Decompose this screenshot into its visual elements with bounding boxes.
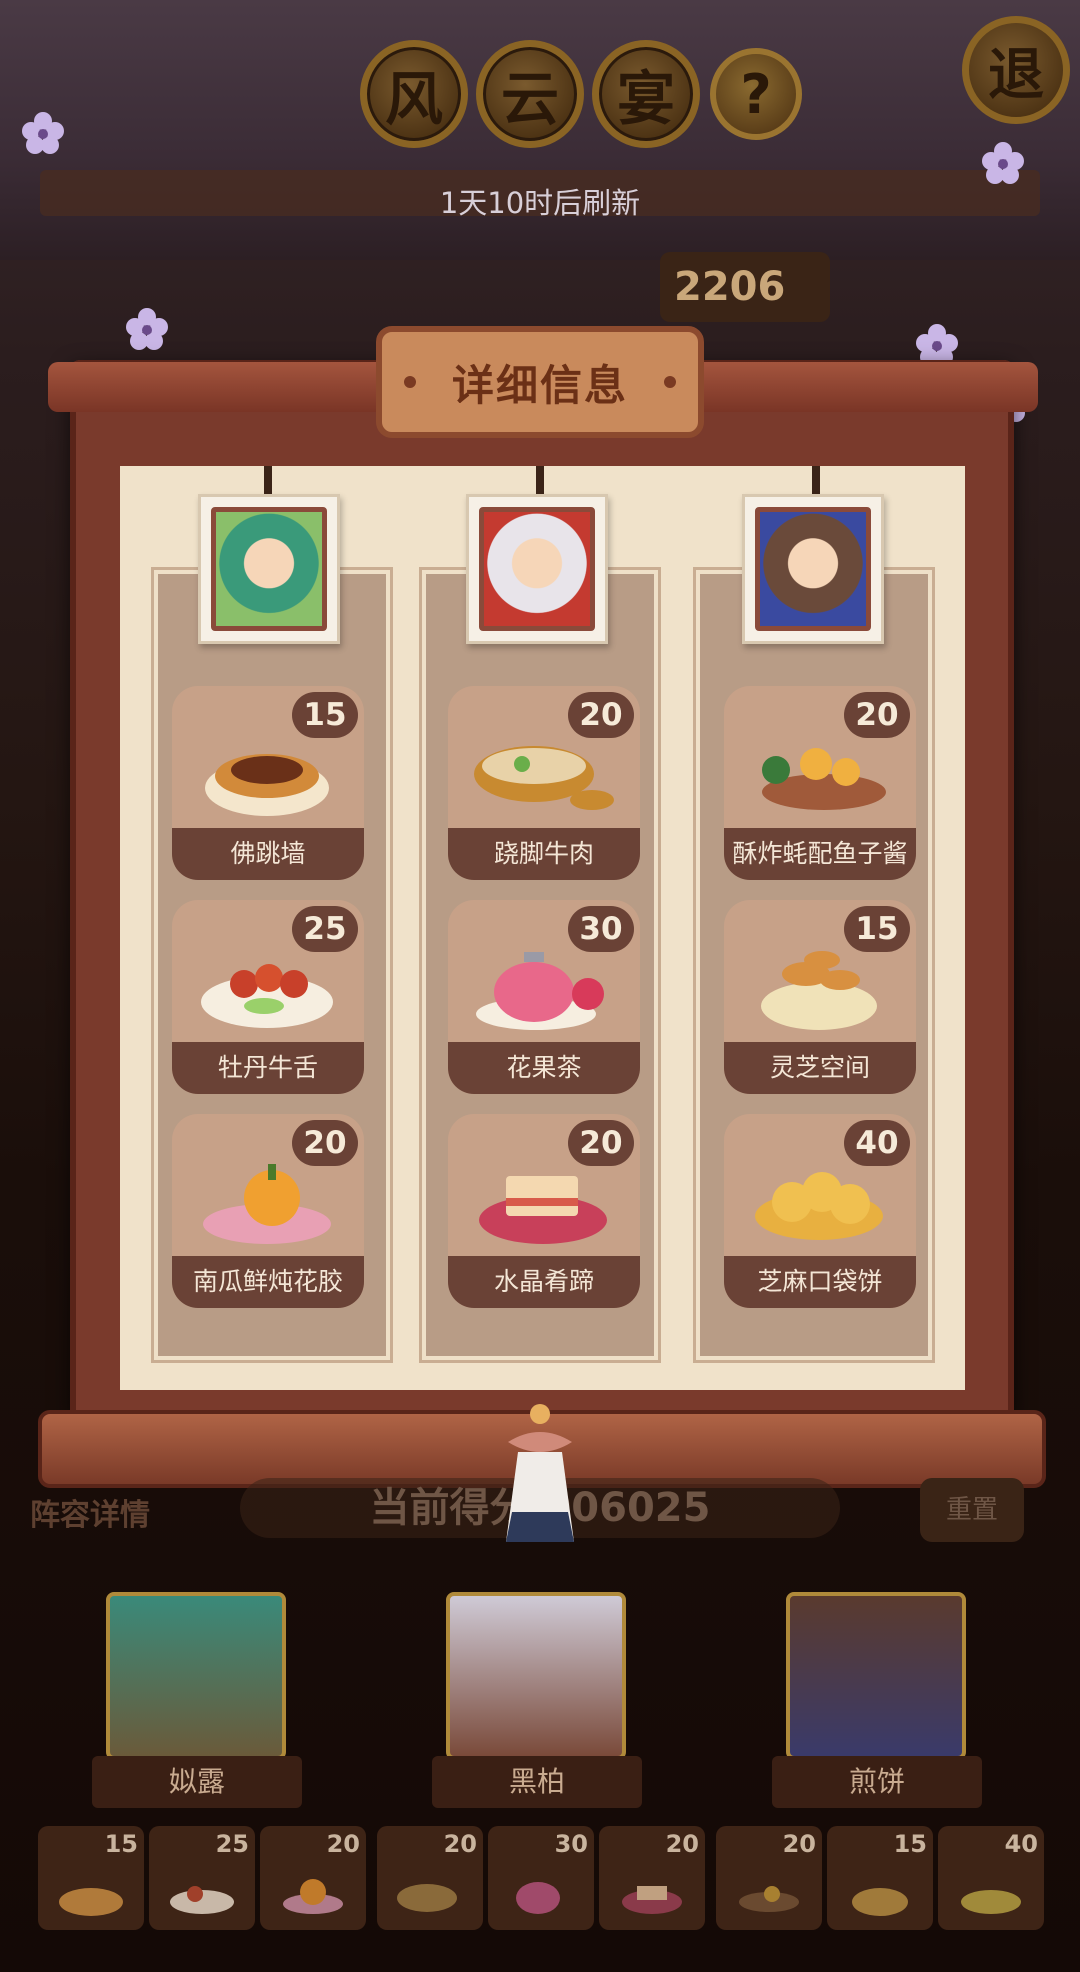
dish-name: 水晶肴蹄 [448,1256,640,1308]
title-dot [404,376,416,388]
slot-count: 30 [554,1830,588,1858]
lineup-name: 煎饼 [772,1756,982,1808]
dish-count: 20 [568,692,634,738]
avatar [755,507,871,631]
dish-count: 15 [292,692,358,738]
lineup-name: 姒露 [92,1756,302,1808]
slot-count: 15 [104,1830,138,1858]
dish-name: 牡丹牛舌 [172,1042,364,1094]
reset-button[interactable]: 重置 [920,1478,1024,1542]
title-char-yun: 云 [476,40,584,148]
flower-icon [982,142,1024,184]
dish-slot[interactable]: 15 [38,1826,144,1930]
dish-card[interactable]: 20 跷脚牛肉 [448,686,640,880]
dish-image-icon [761,951,877,1030]
dish-slot[interactable]: 40 [938,1826,1044,1930]
dish-slot[interactable]: 20 [599,1826,705,1930]
dish-image-icon [479,1176,607,1244]
dish-image-icon [203,1164,331,1244]
portrait-character-2[interactable] [466,494,608,644]
dish-image-icon [170,1886,234,1914]
dish-slot[interactable]: 20 [716,1826,822,1930]
panel-title-text: 详细信息 [451,360,628,410]
dish-name: 芝麻口袋饼 [724,1256,916,1308]
slot-count: 20 [782,1830,816,1858]
slot-count: 15 [893,1830,927,1858]
title-dot [664,376,676,388]
avatar [211,507,327,631]
dish-image-icon [397,1884,457,1912]
slot-count: 20 [665,1830,699,1858]
dish-card[interactable]: 40 芝麻口袋饼 [724,1114,916,1308]
title-char-feng: 风 [360,40,468,148]
slot-count: 20 [326,1830,360,1858]
dish-image-icon [205,754,329,816]
dish-slot[interactable]: 30 [488,1826,594,1930]
dish-name: 佛跳墙 [172,828,364,880]
avatar [479,507,595,631]
dish-slot[interactable]: 15 [827,1826,933,1930]
slot-count: 25 [215,1830,249,1858]
dish-image-icon [59,1888,123,1916]
dish-image-icon [762,748,886,810]
dish-card[interactable]: 15 佛跳墙 [172,686,364,880]
dish-count: 20 [844,692,910,738]
dish-name: 南瓜鲜炖花胶 [172,1256,364,1308]
portrait-character-3[interactable] [742,494,884,644]
dish-name: 跷脚牛肉 [448,828,640,880]
slot-count: 20 [443,1830,477,1858]
dish-count: 20 [568,1120,634,1166]
dish-image-icon [476,952,604,1030]
dish-image-icon [201,964,333,1028]
dish-name: 酥炸蚝配鱼子酱 [724,828,916,880]
dish-card[interactable]: 25 牡丹牛舌 [172,900,364,1094]
dish-count: 15 [844,906,910,952]
title-char-yan: 宴 [592,40,700,148]
game-screen: 风 云 宴 ? 退 1天10时后刷新 2206 详细信息 15 佛跳墙 25 牡… [0,0,1080,1972]
dish-card[interactable]: 30 花果茶 [448,900,640,1094]
score-chip: 2206 [660,252,830,322]
dish-slot[interactable]: 20 [260,1826,366,1930]
panel-title: 详细信息 [376,326,704,438]
dish-image-icon [516,1882,560,1914]
lineup-character-3[interactable] [786,1592,966,1760]
tassel-icon [506,1404,574,1542]
portrait-character-1[interactable] [198,494,340,644]
dish-image-icon [283,1879,343,1914]
dish-card[interactable]: 20 酥炸蚝配鱼子酱 [724,686,916,880]
dish-count: 25 [292,906,358,952]
dish-image-icon [474,746,614,810]
dish-image-icon [755,1172,883,1240]
dish-card[interactable]: 20 南瓜鲜炖花胶 [172,1114,364,1308]
dish-image-icon [852,1888,908,1916]
dish-image-icon [622,1886,682,1914]
flower-icon [126,308,168,350]
dish-count: 40 [844,1120,910,1166]
lineup-character-1[interactable] [106,1592,286,1760]
dish-count: 20 [292,1120,358,1166]
lineup-character-2[interactable] [446,1592,626,1760]
dish-count: 30 [568,906,634,952]
dish-slot[interactable]: 20 [377,1826,483,1930]
help-button[interactable]: ? [710,48,802,140]
flower-icon [22,112,64,154]
dish-card[interactable]: 20 水晶肴蹄 [448,1114,640,1308]
dish-name: 花果茶 [448,1042,640,1094]
dish-slot[interactable]: 25 [149,1826,255,1930]
dish-card[interactable]: 15 灵芝空间 [724,900,916,1094]
exit-button[interactable]: 退 [962,16,1070,124]
lineup-label: 阵容详情 [30,1498,150,1533]
dish-image-icon [739,1886,799,1912]
dish-image-icon [961,1890,1021,1914]
lineup-name: 黑柏 [432,1756,642,1808]
slot-count: 40 [1004,1830,1038,1858]
refresh-timer: 1天10时后刷新 [439,186,641,220]
dish-name: 灵芝空间 [724,1042,916,1094]
